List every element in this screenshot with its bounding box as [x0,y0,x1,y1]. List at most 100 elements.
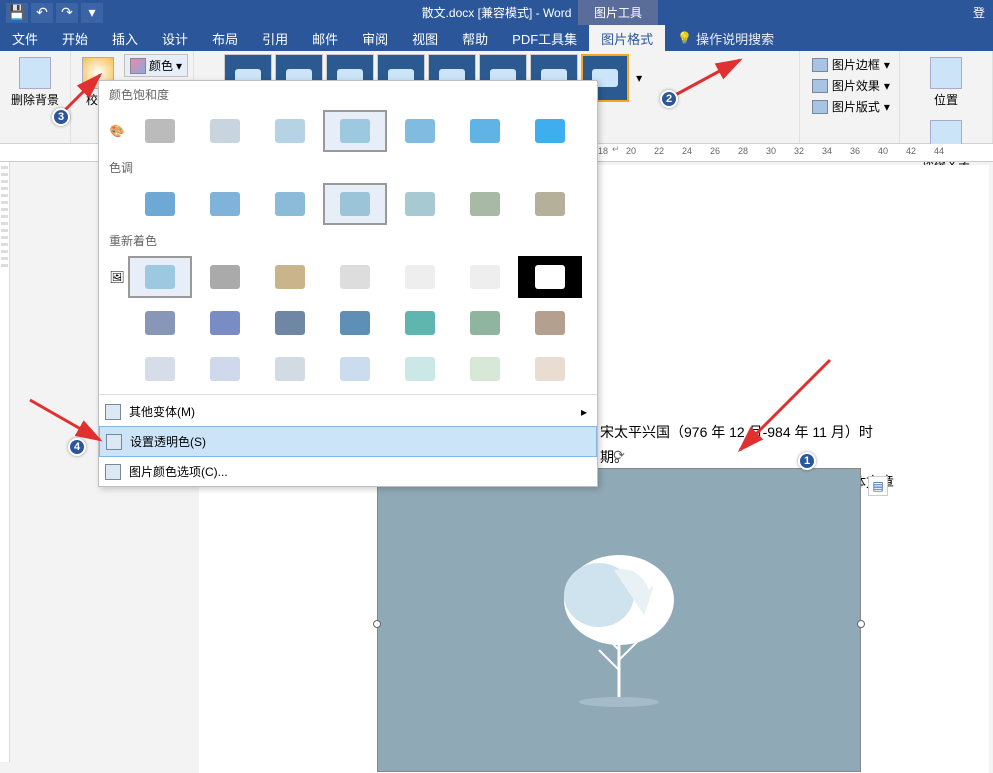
login-button[interactable]: 登 [965,4,993,21]
saturation-swatch[interactable] [518,110,582,152]
color-icon [130,58,146,74]
annotation-badge-1: 1 [798,452,816,470]
tone-label: 色调 [99,154,597,181]
tone-swatch[interactable] [193,183,257,225]
tone-swatch[interactable] [128,183,192,225]
effects-icon [812,79,828,93]
layout-options-button[interactable]: ▤ [868,476,888,496]
tab-references[interactable]: 引用 [250,25,300,51]
picture-layout-button[interactable]: 图片版式 ▾ [808,96,894,117]
recolor-swatch[interactable] [193,348,257,390]
recolor-swatch[interactable] [518,348,582,390]
position-icon [930,57,962,89]
color-label: 颜色 [149,57,173,74]
saturation-swatch-selected[interactable] [323,110,387,152]
ribbon-tabs: 文件 开始 插入 设计 布局 引用 邮件 审阅 视图 帮助 PDF工具集 图片格… [0,25,993,51]
recolor-swatch[interactable] [323,256,387,298]
navigation-pane[interactable] [0,162,10,762]
recolor-swatch[interactable] [128,302,192,344]
tell-me-search[interactable]: 操作说明搜索 [665,25,786,51]
remove-bg-icon [19,57,51,89]
recolor-swatch[interactable] [258,348,322,390]
annotation-badge-4: 4 [68,438,86,456]
tone-swatch-selected[interactable] [323,183,387,225]
recolor-row-2 [99,300,597,346]
remove-bg-label: 删除背景 [11,91,59,108]
recolor-swatch[interactable] [128,348,192,390]
color-dropdown-button[interactable]: 颜色 ▾ [124,54,188,77]
recolor-icon: 🖼 [107,256,127,298]
recolor-swatch[interactable] [258,302,322,344]
tone-swatch[interactable] [518,183,582,225]
tab-pdf-tools[interactable]: PDF工具集 [500,25,589,51]
recolor-row-1: 🖼 [99,254,597,300]
chevron-down-icon: ▾ [176,59,182,73]
chevron-down-icon: ▾ [884,58,890,72]
saturation-swatch[interactable] [388,110,452,152]
border-icon [812,58,828,72]
redo-button[interactable]: ↷ [56,3,78,23]
recolor-row-3 [99,346,597,392]
gallery-more-icon[interactable]: ▾ [632,71,646,85]
recolor-swatch[interactable] [453,348,517,390]
recolor-swatch-selected[interactable] [128,256,192,298]
window-title: 散文.docx [兼容模式] - Word [422,4,572,21]
tone-swatch[interactable] [258,183,322,225]
annotation-badge-2: 2 [660,90,678,108]
saturation-swatch[interactable] [128,110,192,152]
group-remove-bg: 删除背景 [0,51,71,143]
tab-design[interactable]: 设计 [150,25,200,51]
save-button[interactable]: 💾 [6,3,28,23]
picture-color-options-item[interactable]: 图片颜色选项(C)... [99,457,597,486]
recolor-swatch[interactable] [453,256,517,298]
recolor-swatch[interactable] [388,348,452,390]
set-transparent-color-item[interactable]: 设置透明色(S) [99,426,597,457]
recolor-swatch[interactable] [193,302,257,344]
variants-icon [105,404,121,420]
resize-handle-right[interactable] [857,620,865,628]
position-button[interactable]: 位置 [905,54,987,111]
saturation-swatch[interactable] [258,110,322,152]
selected-picture[interactable]: ⟳ [377,468,861,772]
annotation-badge-3: 3 [52,108,70,126]
recolor-swatch[interactable] [323,348,387,390]
tab-layout[interactable]: 布局 [200,25,250,51]
tab-file[interactable]: 文件 [0,25,50,51]
group-picture-options: 图片边框 ▾ 图片效果 ▾ 图片版式 ▾ [800,51,900,143]
chevron-down-icon: ▾ [884,100,890,114]
remove-bg-button[interactable]: 删除背景 [5,54,65,111]
resize-handle-left[interactable] [373,620,381,628]
rotate-handle[interactable]: ⟳ [613,447,625,464]
recolor-swatch[interactable] [258,256,322,298]
undo-button[interactable]: ↶ [31,3,53,23]
recolor-swatch[interactable] [388,302,452,344]
tone-swatch[interactable] [453,183,517,225]
tab-home[interactable]: 开始 [50,25,100,51]
picture-border-button[interactable]: 图片边框 ▾ [808,54,894,75]
tab-help[interactable]: 帮助 [450,25,500,51]
picture-effects-button[interactable]: 图片效果 ▾ [808,75,894,96]
more-variants-item[interactable]: 其他变体(M) ▸ [99,397,597,426]
recolor-label: 重新着色 [99,227,597,254]
saturation-swatch[interactable] [453,110,517,152]
tab-insert[interactable]: 插入 [100,25,150,51]
recolor-swatch[interactable] [323,302,387,344]
tab-picture-format[interactable]: 图片格式 [589,25,665,51]
saturation-label: 颜色饱和度 [99,81,597,108]
tab-mailings[interactable]: 邮件 [300,25,350,51]
saturation-swatch[interactable] [193,110,257,152]
tab-view[interactable]: 视图 [400,25,450,51]
color-dropdown-panel: 颜色饱和度 🎨 色调 重新着色 🖼 [98,80,598,487]
recolor-swatch[interactable] [518,302,582,344]
recolor-swatch[interactable] [388,256,452,298]
recolor-swatch[interactable] [453,302,517,344]
saturation-icon: 🎨 [107,110,127,152]
chevron-down-icon: ▾ [884,79,890,93]
tone-swatch[interactable] [388,183,452,225]
qat-customize[interactable]: ▾ [81,3,103,23]
chevron-right-icon: ▸ [581,405,587,419]
recolor-swatch[interactable] [518,256,582,298]
recolor-swatch[interactable] [193,256,257,298]
saturation-row: 🎨 [99,108,597,154]
tab-review[interactable]: 审阅 [350,25,400,51]
